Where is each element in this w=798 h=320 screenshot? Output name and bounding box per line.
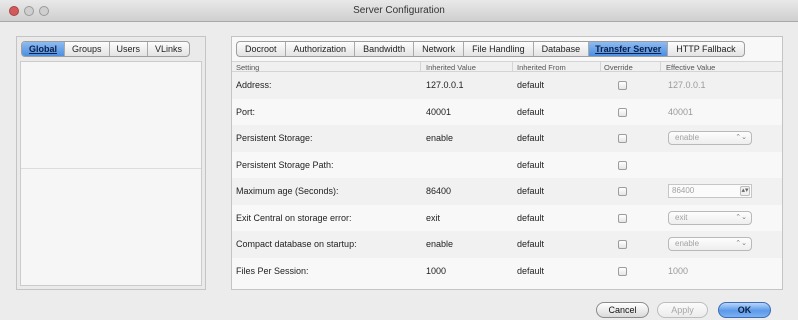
- effective-value: 1000: [668, 265, 689, 276]
- tab-authorization[interactable]: Authorization: [286, 42, 356, 56]
- inherited-from: default: [517, 133, 545, 143]
- inherited-from: default: [517, 265, 545, 276]
- tab-docroot[interactable]: Docroot: [237, 42, 286, 56]
- column-header-inherited-from[interactable]: Inherited From: [517, 63, 566, 72]
- tab-http-fallback[interactable]: HTTP Fallback: [668, 42, 743, 56]
- table-row: Maximum age (Seconds): 86400 default 86400 ▴…: [232, 178, 782, 205]
- override-checkbox[interactable]: [618, 134, 627, 143]
- inherited-from: default: [517, 186, 545, 196]
- popup-arrows-icon: ⌃⌄: [735, 240, 747, 247]
- override-checkbox[interactable]: [618, 160, 627, 170]
- effective-value: 127.0.0.1: [668, 80, 706, 90]
- popup-arrows-icon: ⌃⌄: [735, 213, 747, 221]
- field-value: 86400: [672, 186, 695, 195]
- inherited-value: 1000: [426, 265, 447, 276]
- popup-value: exit: [675, 212, 688, 222]
- setting-name: Maximum age (Seconds):: [236, 186, 339, 196]
- column-header-effective-value[interactable]: Effective Value: [666, 63, 715, 72]
- effective-value-field[interactable]: 86400 ▴▾: [668, 184, 752, 198]
- override-checkbox[interactable]: [618, 266, 627, 276]
- setting-name: Persistent Storage:: [236, 133, 313, 143]
- table-row: Compact database on startup: enable defaul…: [232, 231, 782, 258]
- tab-users[interactable]: Users: [110, 42, 149, 56]
- scope-pane: Global Groups Users VLinks: [16, 36, 206, 290]
- setting-name: Files Per Session:: [236, 265, 309, 276]
- inherited-value: 127.0.0.1: [426, 80, 464, 90]
- override-checkbox[interactable]: [618, 107, 627, 117]
- column-header-inherited-value[interactable]: Inherited Value: [426, 63, 476, 72]
- settings-table: Setting Inherited Value Inherited From O…: [232, 61, 782, 284]
- column-divider: [512, 62, 513, 72]
- table-row: Address: 127.0.0.1 default 127.0.0.1: [232, 72, 782, 99]
- inherited-from: default: [517, 212, 545, 223]
- effective-value-popup[interactable]: enable ⌃⌄: [668, 131, 752, 145]
- table-row: Files Per Session: 1000 default 1000: [232, 258, 782, 285]
- inherited-from: default: [517, 159, 545, 170]
- column-divider: [420, 62, 421, 72]
- settings-tabs: Docroot Authorization Bandwidth Network File…: [236, 41, 745, 57]
- scope-list[interactable]: [20, 61, 202, 286]
- effective-value: 40001: [668, 106, 694, 117]
- setting-name: Exit Central on storage error:: [236, 212, 352, 223]
- tab-network[interactable]: Network: [414, 42, 465, 56]
- column-header-override[interactable]: Override: [604, 63, 633, 72]
- setting-name: Address:: [236, 80, 272, 90]
- effective-value-popup[interactable]: exit ⌃⌄: [668, 210, 752, 225]
- tab-transfer-server[interactable]: Transfer Server: [589, 42, 669, 56]
- tab-database[interactable]: Database: [534, 42, 590, 56]
- tab-global[interactable]: Global: [22, 42, 66, 56]
- window-title: Server Configuration: [353, 5, 445, 16]
- inherited-value: exit: [426, 212, 441, 223]
- tab-bandwidth[interactable]: Bandwidth: [355, 42, 415, 56]
- inherited-from: default: [517, 80, 545, 90]
- column-divider: [600, 62, 601, 72]
- tab-file-handling[interactable]: File Handling: [464, 42, 534, 56]
- popup-value: enable: [675, 133, 700, 142]
- table-row: Port: 40001 default 40001: [232, 99, 782, 126]
- override-checkbox[interactable]: [618, 213, 627, 223]
- table-header: Setting Inherited Value Inherited From O…: [232, 61, 782, 72]
- setting-name: Compact database on startup:: [236, 239, 357, 249]
- inherited-from: default: [517, 239, 545, 249]
- ok-button[interactable]: OK: [718, 302, 771, 318]
- window-body: Global Groups Users VLinks Docroot Authoriza…: [0, 22, 798, 320]
- override-checkbox[interactable]: [618, 187, 627, 196]
- settings-pane: Docroot Authorization Bandwidth Network File…: [231, 36, 783, 290]
- popup-value: enable: [675, 239, 700, 248]
- popup-arrows-icon: ⌃⌄: [735, 134, 747, 141]
- table-row: Persistent Storage Path: default: [232, 152, 782, 179]
- override-checkbox[interactable]: [618, 240, 627, 249]
- inherited-from: default: [517, 106, 545, 117]
- tab-groups[interactable]: Groups: [65, 42, 110, 56]
- table-row: Exit Central on storage error: exit defaul…: [232, 205, 782, 232]
- inherited-value: enable: [426, 133, 454, 143]
- title-bar: Server Configuration: [0, 0, 798, 22]
- cancel-button[interactable]: Cancel: [596, 302, 649, 318]
- scope-tabs: Global Groups Users VLinks: [21, 41, 191, 57]
- stepper-icon[interactable]: ▴▾: [740, 186, 750, 196]
- column-divider: [660, 62, 661, 72]
- effective-value-popup[interactable]: enable ⌃⌄: [668, 237, 752, 251]
- apply-button[interactable]: Apply: [657, 302, 708, 318]
- list-divider: [21, 168, 201, 169]
- override-checkbox[interactable]: [618, 81, 627, 90]
- inherited-value: enable: [426, 239, 454, 249]
- setting-name: Port:: [236, 106, 256, 117]
- inherited-value: 40001: [426, 106, 452, 117]
- column-header-setting[interactable]: Setting: [236, 63, 259, 72]
- setting-name: Persistent Storage Path:: [236, 159, 334, 170]
- table-row: Persistent Storage: enable default enable ⌃⌄: [232, 125, 782, 152]
- table-body: Address: 127.0.0.1 default 127.0.0.1 Port: 40…: [232, 72, 782, 284]
- inherited-value: 86400: [426, 186, 452, 196]
- tab-vlinks[interactable]: VLinks: [148, 42, 189, 56]
